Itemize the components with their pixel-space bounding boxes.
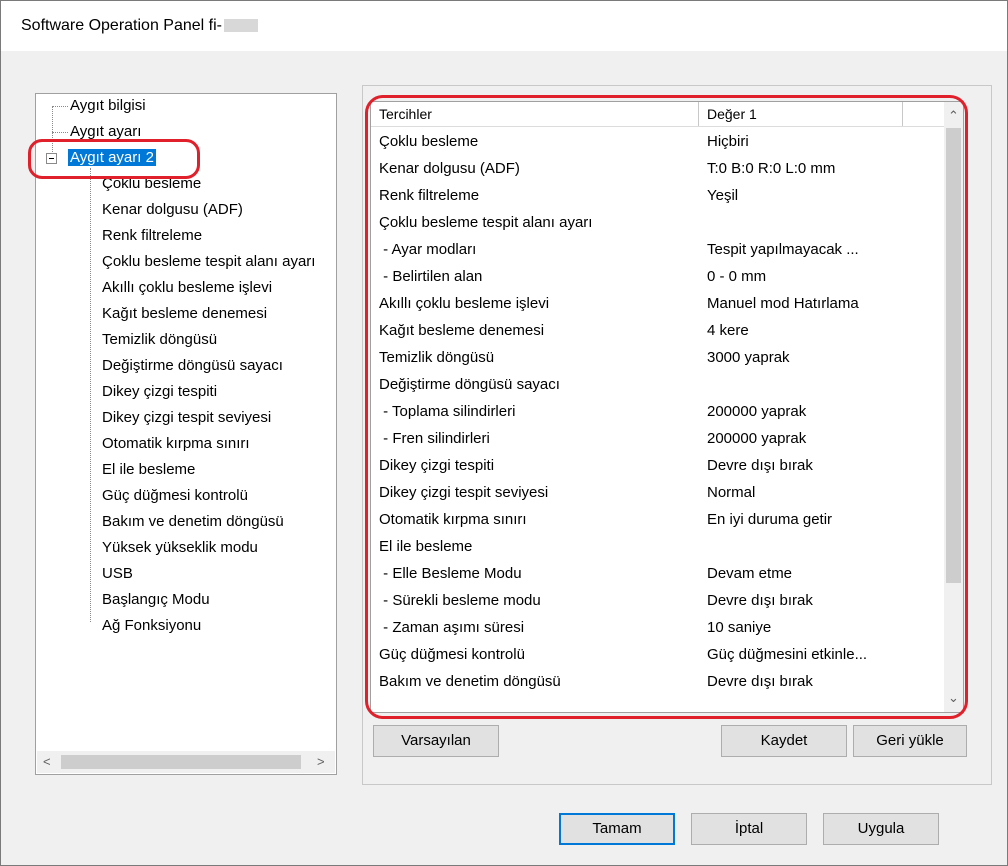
tree-item-ag-fonksiyonu[interactable]: Ağ Fonksiyonu <box>102 614 201 638</box>
model-number-redacted <box>224 19 258 32</box>
tree-child-line <box>90 168 91 622</box>
main-window: Software Operation Panel fi- Aygıt bilgi… <box>0 0 1008 866</box>
tree-branch-line <box>52 132 68 133</box>
tree-item-dikey-cizgi-seviyesi[interactable]: Dikey çizgi tespit seviyesi <box>102 406 271 430</box>
tree-item-label: Ağ Fonksiyonu <box>102 617 202 634</box>
tree-item-aygit-bilgisi[interactable]: Aygıt bilgisi <box>70 94 146 118</box>
tree-item-label: Değiştirme döngüsü sayacı <box>102 357 283 374</box>
tree-item-temizlik-dongusu[interactable]: Temizlik döngüsü <box>102 328 217 352</box>
tree-item-coklu-besleme-alan[interactable]: Çoklu besleme tespit alanı ayarı <box>102 250 315 274</box>
cancel-button[interactable]: İptal <box>691 813 807 845</box>
tree-item-label: Aygıt bilgisi <box>70 97 146 114</box>
tree-item-label: Yüksek yükseklik modu <box>102 539 258 556</box>
tree-item-degistirme-dongusu[interactable]: Değiştirme döngüsü sayacı <box>102 354 283 378</box>
tree-item-label: Bakım ve denetim döngüsü <box>102 513 284 530</box>
tree-item-label: Dikey çizgi tespiti <box>102 383 218 400</box>
reload-button[interactable]: Geri yükle <box>853 725 967 757</box>
tree-item-label: USB <box>102 565 133 582</box>
tree-item-dikey-cizgi-tespiti[interactable]: Dikey çizgi tespiti <box>102 380 217 404</box>
tree-item-bakim-denetim[interactable]: Bakım ve denetim döngüsü <box>102 510 284 534</box>
tree-item-label: Başlangıç Modu <box>102 591 210 608</box>
tree-item-label: Renk filtreleme <box>102 227 203 244</box>
tree-item-label: Çoklu besleme tespit alanı ayarı <box>102 253 316 270</box>
tree-item-guc-dugmesi[interactable]: Güç düğmesi kontrolü <box>102 484 248 508</box>
tree-item-kagit-besleme-denemesi[interactable]: Kağıt besleme denemesi <box>102 302 267 326</box>
tree-item-kenar-dolgusu[interactable]: Kenar dolgusu (ADF) <box>102 198 243 222</box>
tree-item-label: El ile besleme <box>102 461 196 478</box>
ok-button[interactable]: Tamam <box>559 813 675 845</box>
defaults-button[interactable]: Varsayılan <box>373 725 499 757</box>
tree-item-label: Temizlik döngüsü <box>102 331 218 348</box>
tree-item-label: Kağıt besleme denemesi <box>102 305 268 322</box>
window-title-text: Software Operation Panel fi- <box>21 17 222 34</box>
highlight-oval-list <box>365 95 968 719</box>
tree-item-label: Kenar dolgusu (ADF) <box>102 201 243 218</box>
tree-item-akilli-coklu-besleme[interactable]: Akıllı çoklu besleme işlevi <box>102 276 272 300</box>
tree-item-otomatik-kirpma[interactable]: Otomatik kırpma sınırı <box>102 432 250 456</box>
tree-item-label: Otomatik kırpma sınırı <box>102 435 250 452</box>
tree-item-label: Akıllı çoklu besleme işlevi <box>102 279 273 296</box>
settings-tree[interactable]: Aygıt bilgisi Aygıt ayarı Aygıt ayarı 2 … <box>35 93 337 775</box>
highlight-oval-tree <box>28 139 200 179</box>
scroll-left-icon[interactable]: < <box>43 754 51 769</box>
scrollbar-thumb[interactable] <box>61 755 301 769</box>
title-bar: Software Operation Panel fi- <box>1 1 1007 51</box>
tree-item-renk-filtreleme[interactable]: Renk filtreleme <box>102 224 202 248</box>
tree-item-usb[interactable]: USB <box>102 562 133 586</box>
window-title: Software Operation Panel fi- <box>21 17 258 35</box>
tree-item-label: Aygıt ayarı <box>70 123 142 140</box>
save-button[interactable]: Kaydet <box>721 725 847 757</box>
tree-horizontal-scrollbar[interactable]: < > <box>37 751 335 773</box>
apply-button[interactable]: Uygula <box>823 813 939 845</box>
tree-item-yuksek-yukseklik[interactable]: Yüksek yükseklik modu <box>102 536 258 560</box>
tree-item-label: Dikey çizgi tespit seviyesi <box>102 409 272 426</box>
tree-item-baslangic-modu[interactable]: Başlangıç Modu <box>102 588 210 612</box>
tree-item-label: Güç düğmesi kontrolü <box>102 487 248 504</box>
scroll-right-icon[interactable]: > <box>317 754 325 769</box>
tree-branch-line <box>52 106 68 107</box>
tree-item-el-ile-besleme[interactable]: El ile besleme <box>102 458 195 482</box>
